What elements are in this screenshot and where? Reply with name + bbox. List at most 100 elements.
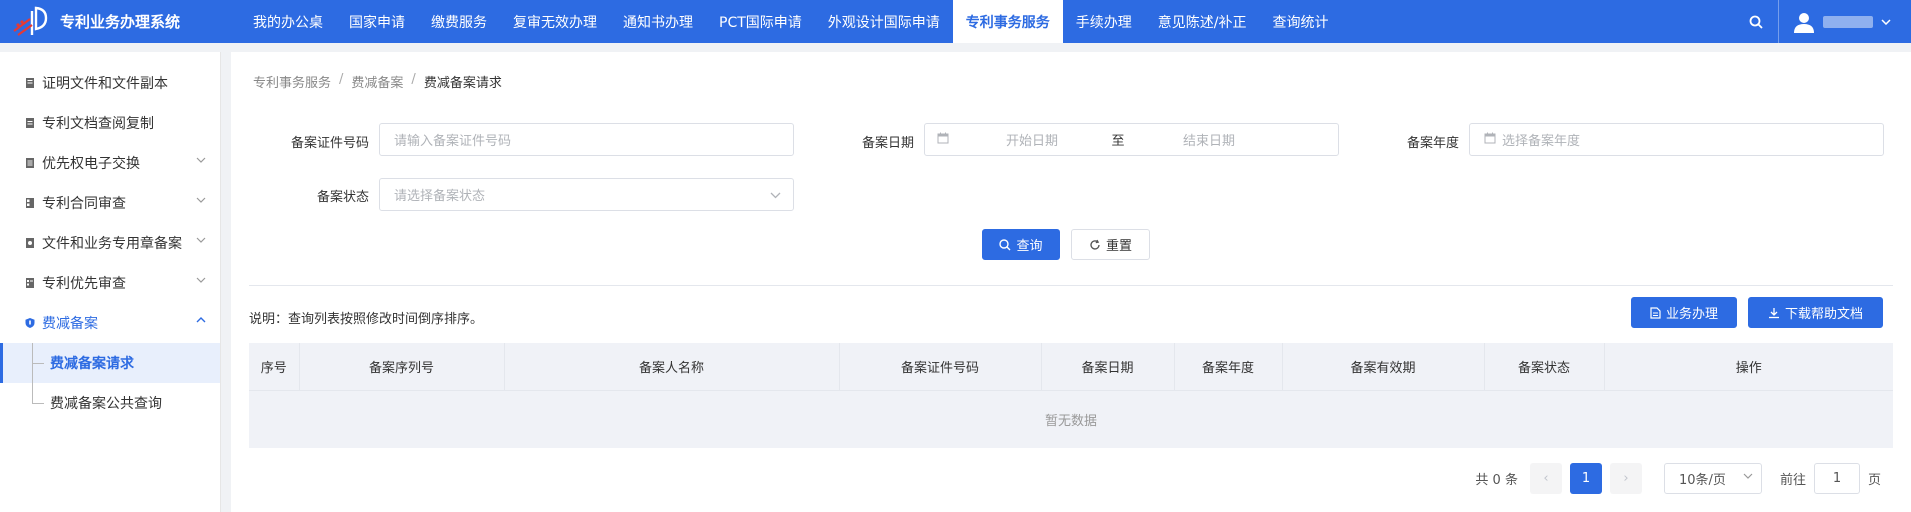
cert-number-placeholder: 请输入备案证件号码 bbox=[394, 134, 512, 149]
goto-page-input[interactable]: 1 bbox=[1813, 463, 1860, 494]
sidebar-item-label: 专利文档查阅复制 bbox=[42, 116, 154, 132]
cert-number-input[interactable]: 请输入备案证件号码 bbox=[379, 123, 794, 156]
search-icon bbox=[999, 238, 1011, 250]
filing-date-label: 备案日期 bbox=[861, 136, 914, 151]
document-icon bbox=[24, 117, 36, 129]
business-handle-label: 业务办理 bbox=[1665, 307, 1718, 322]
cert-number-label: 备案证件号码 bbox=[290, 136, 369, 151]
top-navbar: 专利业务办理系统 我的办公桌 国家申请 缴费服务 复审无效办理 通知书办理 PC… bbox=[0, 0, 1911, 43]
page-number-current[interactable]: 1 bbox=[1569, 463, 1602, 494]
sidebar-item-priority-review[interactable]: 专利优先审查 bbox=[0, 263, 220, 303]
sidebar-item-label: 费减备案 bbox=[42, 316, 98, 332]
seal-icon bbox=[24, 237, 36, 249]
filing-year-placeholder: 选择备案年度 bbox=[1502, 134, 1581, 149]
page-size-value: 10条/页 bbox=[1678, 473, 1726, 488]
download-help-button[interactable]: 下载帮助文档 bbox=[1748, 297, 1883, 328]
date-end-input[interactable]: 结束日期 bbox=[1129, 130, 1289, 149]
sidebar-item-label: 专利合同审查 bbox=[42, 196, 126, 212]
goto-suffix: 页 bbox=[1867, 473, 1881, 488]
filing-status-select[interactable]: 请选择备案状态 bbox=[379, 178, 794, 211]
breadcrumb-level1[interactable]: 专利事务服务 bbox=[253, 72, 331, 91]
nav-procedures[interactable]: 手续办理 bbox=[1063, 0, 1145, 43]
contract-icon bbox=[24, 197, 36, 209]
global-search-button[interactable] bbox=[1733, 0, 1779, 43]
pagination: 共 0 条 ‹ 1 › 10条/页 前往 1 页 bbox=[1475, 463, 1881, 494]
page-size-select[interactable]: 10条/页 bbox=[1663, 463, 1762, 494]
breadcrumb-separator: / bbox=[339, 72, 344, 87]
cnipa-logo-icon bbox=[10, 5, 54, 39]
col-serial-number: 备案序列号 bbox=[299, 343, 505, 391]
avatar-icon bbox=[1794, 12, 1814, 33]
chevron-down-icon bbox=[1743, 473, 1753, 479]
selection-indicator bbox=[0, 343, 3, 383]
shield-icon bbox=[24, 317, 36, 329]
review-icon bbox=[24, 277, 36, 289]
nav-pct-application[interactable]: PCT国际申请 bbox=[706, 0, 815, 43]
nav-notifications[interactable]: 通知书办理 bbox=[610, 0, 706, 43]
breadcrumb-level2[interactable]: 费减备案 bbox=[351, 72, 403, 91]
sidebar-item-certificates[interactable]: 证明文件和文件副本 bbox=[0, 63, 220, 103]
sidebar-item-label: 专利优先审查 bbox=[42, 276, 126, 292]
nav-query-statistics[interactable]: 查询统计 bbox=[1260, 0, 1342, 43]
query-button[interactable]: 查询 bbox=[982, 229, 1060, 260]
search-icon bbox=[1749, 15, 1763, 29]
document-icon bbox=[1650, 306, 1661, 319]
date-start-input[interactable]: 开始日期 bbox=[957, 130, 1107, 149]
reset-button[interactable]: 重置 bbox=[1071, 229, 1150, 260]
sidebar-item-label: 优先权电子交换 bbox=[42, 156, 140, 172]
calendar-icon bbox=[1484, 132, 1496, 148]
filing-date-range-picker[interactable]: 开始日期 至 结束日期 bbox=[924, 123, 1339, 156]
nav-review-invalidation[interactable]: 复审无效办理 bbox=[500, 0, 610, 43]
chevron-down-icon bbox=[196, 277, 206, 283]
tree-line bbox=[32, 383, 33, 404]
reset-button-label: 重置 bbox=[1105, 239, 1132, 254]
user-menu[interactable] bbox=[1779, 0, 1911, 43]
col-actions: 操作 bbox=[1604, 343, 1893, 391]
col-validity: 备案有效期 bbox=[1282, 343, 1485, 391]
sidebar-item-contract-review[interactable]: 专利合同审查 bbox=[0, 183, 220, 223]
filing-year-picker[interactable]: 选择备案年度 bbox=[1469, 123, 1884, 156]
document-stack-icon bbox=[24, 77, 36, 89]
nav-payment-service[interactable]: 缴费服务 bbox=[418, 0, 500, 43]
col-index: 序号 bbox=[249, 343, 300, 391]
table-row: 暂无数据 bbox=[249, 390, 1893, 448]
sidebar-subitem-fee-reduction-request[interactable]: 费减备案请求 bbox=[0, 343, 220, 383]
date-range-separator: 至 bbox=[1111, 134, 1125, 149]
chevron-down-icon bbox=[1881, 18, 1891, 25]
chevron-down-icon bbox=[196, 237, 206, 243]
calendar-icon bbox=[937, 132, 949, 148]
sidebar-item-document-copy[interactable]: 专利文档查阅复制 bbox=[0, 103, 220, 143]
section-divider bbox=[249, 285, 1893, 286]
filing-year-label: 备案年度 bbox=[1406, 136, 1459, 151]
nav-patent-affairs[interactable]: 专利事务服务 bbox=[952, 0, 1063, 43]
filing-status-placeholder: 请选择备案状态 bbox=[394, 189, 486, 204]
sidebar-subitem-fee-reduction-public-query[interactable]: 费减备案公共查询 bbox=[0, 383, 220, 423]
pagination-total: 共 0 条 bbox=[1475, 473, 1518, 488]
breadcrumb: 专利事务服务 / 费减备案 / 费减备案请求 bbox=[253, 72, 502, 91]
sidebar-item-label: 文件和业务专用章备案 bbox=[42, 236, 182, 252]
brand[interactable]: 专利业务办理系统 bbox=[0, 5, 240, 39]
next-page-button[interactable]: › bbox=[1609, 463, 1642, 494]
table-header-row: 序号 备案序列号 备案人名称 备案证件号码 备案日期 备案年度 备案有效期 备案… bbox=[249, 343, 1893, 391]
nav-opinion-correction[interactable]: 意见陈述/补正 bbox=[1145, 0, 1260, 43]
business-handle-button[interactable]: 业务办理 bbox=[1631, 297, 1737, 328]
sidebar-item-fee-reduction[interactable]: 费减备案 bbox=[0, 303, 220, 343]
chevron-down-icon bbox=[196, 157, 206, 163]
chevron-up-icon bbox=[196, 317, 206, 323]
query-button-label: 查询 bbox=[1016, 239, 1043, 254]
nav-design-international[interactable]: 外观设计国际申请 bbox=[815, 0, 953, 43]
prev-page-button[interactable]: ‹ bbox=[1529, 463, 1562, 494]
col-filing-year: 备案年度 bbox=[1174, 343, 1283, 391]
download-icon bbox=[1768, 307, 1779, 318]
refresh-icon bbox=[1090, 239, 1100, 250]
sidebar-item-priority-exchange[interactable]: 优先权电子交换 bbox=[0, 143, 220, 183]
sidebar-item-seal-filing[interactable]: 文件和业务专用章备案 bbox=[0, 223, 220, 263]
filing-records-table: 序号 备案序列号 备案人名称 备案证件号码 备案日期 备案年度 备案有效期 备案… bbox=[249, 343, 1893, 448]
sidebar: 证明文件和文件副本 专利文档查阅复制 优先权电子交换 专利合同审查 文件和业务专… bbox=[0, 52, 221, 512]
breadcrumb-separator: / bbox=[411, 72, 416, 87]
col-filing-date: 备案日期 bbox=[1041, 343, 1175, 391]
nav-national-application[interactable]: 国家申请 bbox=[336, 0, 418, 43]
tree-branch bbox=[32, 403, 44, 404]
nav-my-desk[interactable]: 我的办公桌 bbox=[240, 0, 336, 43]
sidebar-item-label: 证明文件和文件副本 bbox=[42, 76, 168, 92]
